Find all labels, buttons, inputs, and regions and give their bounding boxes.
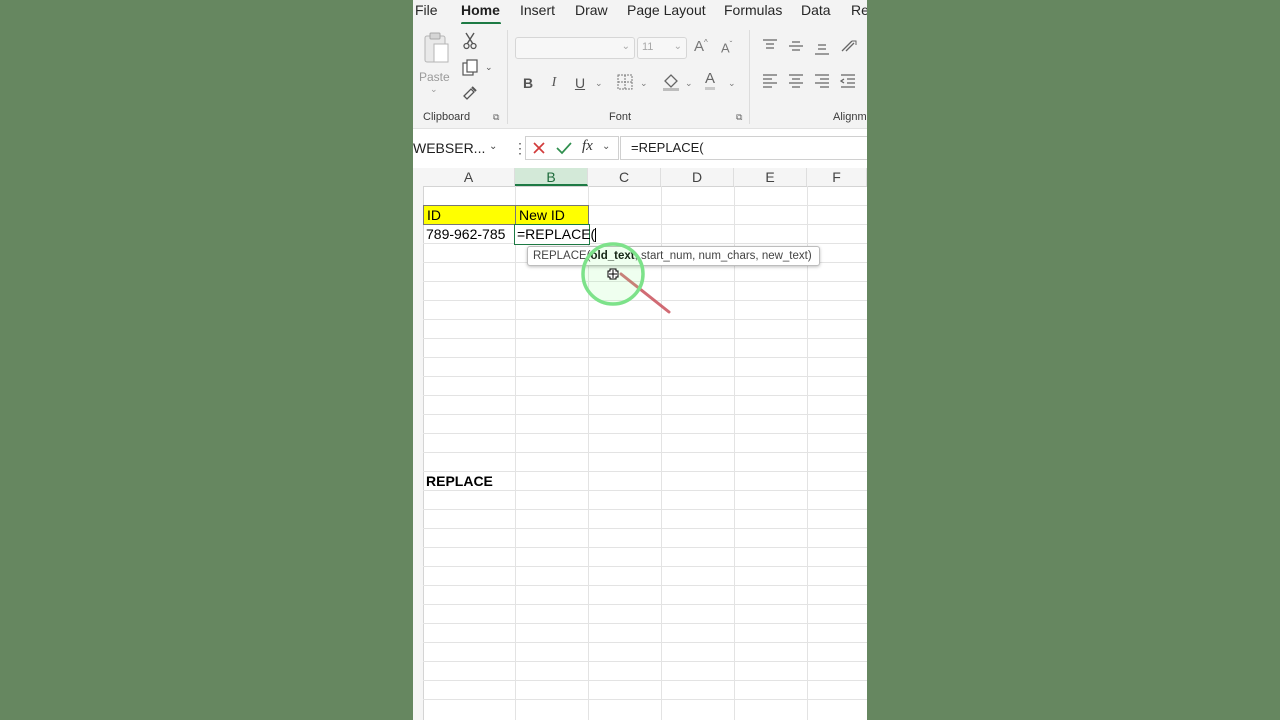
cut-icon[interactable] bbox=[461, 32, 479, 50]
font-color-icon[interactable]: A bbox=[705, 70, 716, 90]
grid-line bbox=[515, 186, 516, 720]
insert-function-button[interactable]: fx bbox=[582, 138, 593, 155]
font-color-chevron-icon[interactable]: ⌄ bbox=[728, 78, 736, 89]
grid-line bbox=[423, 376, 867, 377]
clipboard-group-label: Clipboard bbox=[423, 111, 471, 123]
tab-insert[interactable]: Insert bbox=[520, 2, 555, 18]
cancel-icon[interactable] bbox=[532, 141, 546, 155]
cell-a3[interactable]: 789-962-785 bbox=[423, 225, 515, 244]
bold-button[interactable]: B bbox=[519, 74, 537, 92]
orientation-icon[interactable] bbox=[839, 38, 859, 54]
ribbon-tabs: File Home Insert Draw Page Layout Formul… bbox=[413, 0, 867, 25]
grid-line bbox=[423, 452, 867, 453]
fill-color-chevron-icon[interactable]: ⌄ bbox=[685, 78, 693, 89]
borders-chevron-icon[interactable]: ⌄ bbox=[640, 78, 648, 89]
group-divider bbox=[749, 30, 750, 124]
copy-icon[interactable] bbox=[460, 58, 480, 78]
grid-line bbox=[423, 604, 867, 605]
underline-button[interactable]: U bbox=[571, 74, 589, 92]
paste-label[interactable]: Paste bbox=[419, 70, 450, 84]
grid-line bbox=[423, 395, 867, 396]
tab-review[interactable]: Re bbox=[851, 2, 867, 18]
font-launcher-icon[interactable]: ⧉ bbox=[736, 112, 742, 123]
decrease-font-size-icon[interactable]: Aˇ bbox=[721, 40, 732, 55]
italic-button[interactable]: I bbox=[545, 74, 563, 92]
cell-b3-editing[interactable]: =REPLACE( bbox=[514, 224, 597, 245]
grid-line bbox=[734, 186, 735, 720]
grid-line bbox=[423, 528, 867, 529]
align-center-icon[interactable] bbox=[787, 73, 805, 89]
row-headers[interactable] bbox=[413, 186, 424, 720]
font-group-label: Font bbox=[609, 111, 632, 123]
alignment-group-label: Alignm bbox=[833, 111, 867, 123]
grid-line bbox=[423, 547, 867, 548]
align-right-icon[interactable] bbox=[813, 73, 831, 89]
tab-home[interactable]: Home bbox=[461, 2, 500, 18]
column-header-e[interactable]: E bbox=[734, 168, 807, 186]
copy-chevron-icon[interactable]: ⌄ bbox=[485, 62, 493, 73]
worksheet-grid[interactable]: A B C D E F ID New ID 789-962-785 =REPLA… bbox=[413, 168, 867, 720]
chevron-down-icon: ⌄ bbox=[621, 41, 630, 52]
fx-chevron-icon[interactable]: ⌄ bbox=[602, 141, 610, 152]
grid-line bbox=[423, 433, 867, 434]
column-header-b[interactable]: B bbox=[515, 168, 588, 186]
grid-line bbox=[423, 509, 867, 510]
align-left-icon[interactable] bbox=[761, 73, 779, 89]
formula-bar: WEBSER... ⌄ ⋮ fx ⌄ =REPLACE( bbox=[413, 133, 867, 163]
increase-font-size-icon[interactable]: A^ bbox=[694, 38, 708, 55]
ribbon: Paste ⌄ ⌄ Clipboard ⧉ ⌄ 11 ⌄ A^ Aˇ B I U… bbox=[413, 24, 867, 129]
borders-icon[interactable] bbox=[616, 73, 634, 91]
column-header-a[interactable]: A bbox=[423, 168, 515, 186]
tab-formulas[interactable]: Formulas bbox=[724, 2, 782, 18]
grid-line bbox=[423, 357, 867, 358]
grid-line bbox=[423, 661, 867, 662]
enter-icon[interactable] bbox=[556, 141, 572, 155]
excel-window: File Home Insert Draw Page Layout Formul… bbox=[413, 0, 867, 720]
grid-line bbox=[423, 642, 867, 643]
grid-line bbox=[423, 623, 867, 624]
group-divider bbox=[507, 30, 508, 124]
tab-page-layout[interactable]: Page Layout bbox=[627, 2, 706, 18]
format-painter-icon[interactable] bbox=[461, 84, 479, 102]
tab-file[interactable]: File bbox=[415, 2, 438, 18]
name-box-chevron-icon[interactable]: ⌄ bbox=[489, 141, 497, 152]
paste-chevron-icon[interactable]: ⌄ bbox=[430, 84, 438, 95]
align-bottom-icon[interactable] bbox=[813, 40, 831, 56]
fill-color-icon[interactable] bbox=[661, 71, 681, 93]
tab-draw[interactable]: Draw bbox=[575, 2, 608, 18]
paste-icon[interactable] bbox=[421, 32, 451, 66]
font-name-combo[interactable]: ⌄ bbox=[515, 37, 635, 59]
column-header-d[interactable]: D bbox=[661, 168, 734, 186]
grid-line bbox=[423, 414, 867, 415]
grid-line bbox=[423, 566, 867, 567]
tab-data[interactable]: Data bbox=[801, 2, 831, 18]
cell-a17[interactable]: REPLACE bbox=[423, 472, 515, 491]
cell-a2[interactable]: ID bbox=[423, 205, 516, 225]
column-header-c[interactable]: C bbox=[588, 168, 661, 186]
clipboard-launcher-icon[interactable]: ⧉ bbox=[493, 112, 499, 123]
grid-line bbox=[423, 699, 867, 700]
cell-b2[interactable]: New ID bbox=[515, 205, 589, 225]
grid-line bbox=[423, 680, 867, 681]
underline-chevron-icon[interactable]: ⌄ bbox=[595, 78, 603, 89]
font-size-combo[interactable]: 11 ⌄ bbox=[637, 37, 687, 59]
decrease-indent-icon[interactable] bbox=[839, 73, 857, 89]
grid-line bbox=[807, 186, 808, 720]
align-middle-icon[interactable] bbox=[787, 38, 805, 54]
align-top-icon[interactable] bbox=[761, 38, 779, 54]
formula-input[interactable]: =REPLACE( bbox=[620, 136, 867, 160]
grid-line bbox=[423, 585, 867, 586]
grid-line bbox=[423, 319, 867, 320]
chevron-down-icon: ⌄ bbox=[673, 41, 682, 52]
grid-line bbox=[423, 338, 867, 339]
cursor-highlight-icon bbox=[581, 242, 671, 314]
column-headers: A B C D E F bbox=[413, 168, 867, 187]
column-header-f[interactable]: F bbox=[807, 168, 867, 186]
